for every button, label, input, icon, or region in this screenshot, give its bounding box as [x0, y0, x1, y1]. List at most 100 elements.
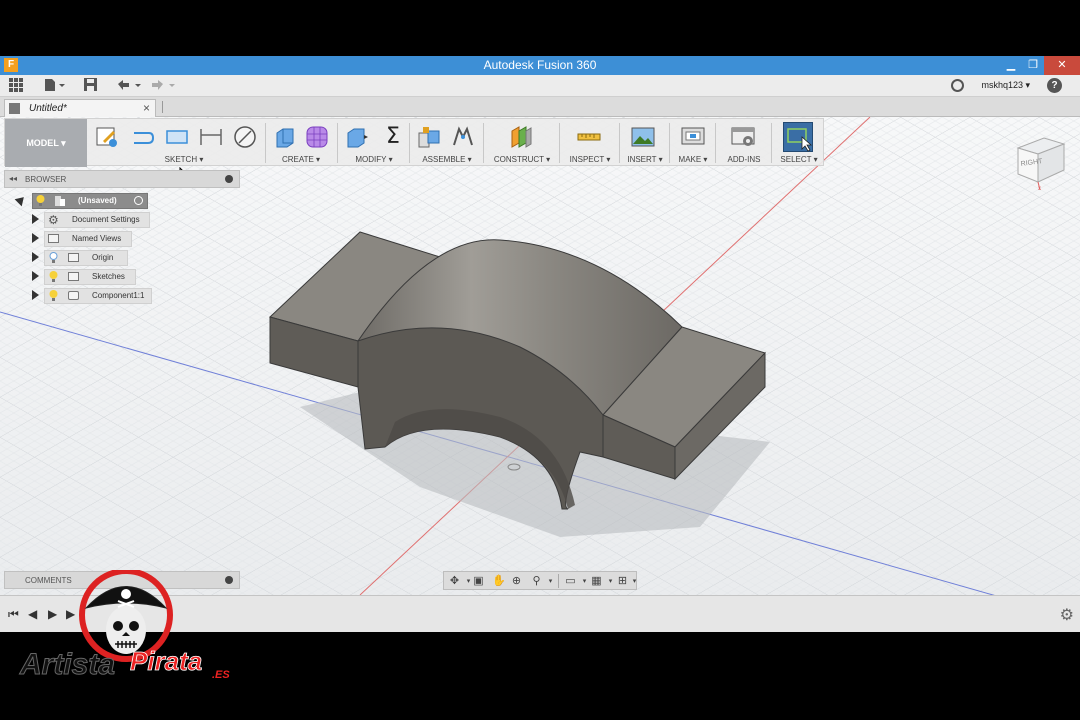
- expand-arrow-icon[interactable]: [32, 233, 39, 243]
- workspace-switcher-button[interactable]: MODEL ▾: [5, 119, 87, 167]
- sketch-menu[interactable]: SKETCH ▾: [93, 155, 275, 164]
- select-tool-active-bg[interactable]: [783, 122, 813, 152]
- artista-pirata-watermark-logo: Artista Pirata .ES: [19, 570, 230, 682]
- 3d-viewport[interactable]: [0, 117, 1080, 595]
- component-icon: [68, 291, 79, 300]
- tree-item-label: Component1:1: [92, 291, 145, 300]
- visibility-bulb-off-icon[interactable]: [49, 252, 58, 263]
- press-pull-icon[interactable]: [345, 125, 369, 149]
- browser-pin-icon[interactable]: [225, 175, 233, 183]
- browser-root-node[interactable]: (Unsaved): [14, 193, 154, 209]
- toolbar-separator: [771, 123, 772, 163]
- insert-image-icon[interactable]: [631, 125, 655, 149]
- watermark-suffix: .ES: [212, 669, 230, 681]
- folder-icon: [68, 253, 79, 262]
- toolbar-separator: [483, 123, 484, 163]
- circle-tool-icon[interactable]: [233, 125, 257, 149]
- toolbar-separator: [715, 123, 716, 163]
- create-sketch-icon[interactable]: [95, 125, 119, 149]
- main-toolbar: MODEL ▾ SKETCH ▾ CREATE ▾ Σ MODIFY ▾ ASS…: [4, 118, 824, 167]
- visibility-bulb-icon[interactable]: [49, 271, 58, 282]
- help-icon[interactable]: ?: [1047, 78, 1062, 93]
- extrude-icon[interactable]: [273, 125, 297, 149]
- expand-arrow-icon[interactable]: [32, 271, 39, 281]
- tree-item-sketches[interactable]: Sketches: [30, 269, 170, 285]
- addins-menu[interactable]: ADD-INS: [719, 155, 769, 164]
- root-label: (Unsaved): [78, 196, 117, 205]
- timeline-settings-gear-icon[interactable]: ⚙: [1060, 605, 1074, 625]
- save-icon[interactable]: [84, 78, 98, 94]
- insert-menu[interactable]: INSERT ▾: [623, 155, 667, 164]
- toolbar-separator: [669, 123, 670, 163]
- document-tab[interactable]: Untitled* ×: [4, 99, 156, 117]
- expand-arrow-icon[interactable]: [32, 290, 39, 300]
- orbit-icon[interactable]: ✥: [448, 575, 461, 588]
- activate-radio-icon[interactable]: [134, 196, 143, 205]
- minimize-icon[interactable]: ▁: [1000, 56, 1022, 75]
- insert-group: INSERT ▾: [623, 119, 667, 167]
- sketch-group: SKETCH ▾: [93, 119, 263, 167]
- pan-hand-icon[interactable]: ✋: [492, 575, 506, 588]
- joint-icon[interactable]: [451, 125, 475, 149]
- offset-plane-icon[interactable]: [509, 125, 533, 149]
- expand-root-icon[interactable]: [14, 193, 28, 207]
- toolbar-separator: [337, 123, 338, 163]
- create-group: CREATE ▾: [269, 119, 333, 167]
- modify-menu[interactable]: MODIFY ▾: [341, 155, 407, 164]
- new-component-icon[interactable]: [417, 125, 441, 149]
- toolbar-separator: [559, 123, 560, 163]
- model-scene[interactable]: [0, 117, 1080, 595]
- job-status-clock-icon[interactable]: [951, 79, 964, 92]
- viewports-dropdown-icon[interactable]: ▾: [628, 575, 641, 588]
- expand-arrow-icon[interactable]: [32, 252, 39, 262]
- view-cube[interactable]: RIGHT x: [1014, 130, 1068, 190]
- browser-panel-header[interactable]: ◂◂ BROWSER: [4, 170, 240, 188]
- 3d-print-icon[interactable]: [681, 125, 705, 149]
- form-tool-icon[interactable]: [305, 125, 329, 149]
- make-menu[interactable]: MAKE ▾: [673, 155, 713, 164]
- create-menu[interactable]: CREATE ▾: [269, 155, 333, 164]
- collapse-browser-icon[interactable]: ◂◂: [9, 174, 17, 183]
- tree-item-named-views[interactable]: Named Views: [30, 231, 170, 247]
- data-panel-grid-icon[interactable]: [9, 78, 23, 94]
- visibility-bulb-icon[interactable]: [49, 290, 58, 301]
- expand-arrow-icon[interactable]: [32, 214, 39, 224]
- zoom-dropdown-icon[interactable]: ▾: [544, 575, 557, 588]
- gear-icon: ⚙: [48, 213, 59, 227]
- close-tab-icon[interactable]: ×: [143, 101, 150, 115]
- restore-icon[interactable]: ❐: [1022, 56, 1044, 75]
- dimension-tool-icon[interactable]: [199, 125, 223, 149]
- display-settings-icon[interactable]: ▭: [564, 575, 577, 588]
- fit-zoom-icon[interactable]: ⚲: [530, 575, 543, 588]
- look-at-icon[interactable]: ▣: [472, 575, 485, 588]
- close-window-icon[interactable]: ✕: [1044, 56, 1080, 75]
- grid-settings-icon[interactable]: ▦: [590, 575, 603, 588]
- file-menu-icon[interactable]: [44, 78, 66, 94]
- visibility-bulb-icon[interactable]: [36, 195, 45, 206]
- tree-item-document-settings[interactable]: ⚙ Document Settings: [30, 212, 170, 228]
- tree-item-origin[interactable]: Origin: [30, 250, 170, 266]
- zoom-icon[interactable]: ⊕: [510, 575, 523, 588]
- construct-menu[interactable]: CONSTRUCT ▾: [487, 155, 557, 164]
- compute-all-sigma-icon[interactable]: Σ: [381, 125, 405, 149]
- document-icon: [9, 103, 20, 114]
- rectangle-tool-icon[interactable]: [165, 125, 189, 149]
- screen-frame: F Autodesk Fusion 360 ▁ ❐ ✕ mskhq123 ▾ ?…: [0, 0, 1080, 720]
- line-tool-icon[interactable]: [131, 125, 155, 149]
- addins-group: ADD-INS: [719, 119, 769, 167]
- navigation-bar: ✥ ▾ ▣ ✋ ⊕ ⚲ ▾ ▭ ▾ ▦ ▾ ⊞ ▾: [443, 571, 637, 590]
- measure-icon[interactable]: [577, 125, 601, 149]
- tree-item-label: Named Views: [72, 234, 122, 243]
- make-group: MAKE ▾: [673, 119, 713, 167]
- window-title: Autodesk Fusion 360: [483, 58, 597, 72]
- select-menu[interactable]: SELECT ▾: [775, 155, 823, 164]
- redo-icon[interactable]: [150, 78, 176, 94]
- undo-icon[interactable]: [116, 78, 142, 94]
- inspect-menu[interactable]: INSPECT ▾: [563, 155, 617, 164]
- tree-item-label: Sketches: [92, 272, 125, 281]
- assemble-menu[interactable]: ASSEMBLE ▾: [413, 155, 481, 164]
- user-account-menu[interactable]: mskhq123 ▾: [981, 80, 1030, 91]
- document-component-icon: [55, 196, 65, 206]
- scripts-addins-icon[interactable]: [731, 125, 755, 149]
- tree-item-component[interactable]: Component1:1: [30, 288, 170, 304]
